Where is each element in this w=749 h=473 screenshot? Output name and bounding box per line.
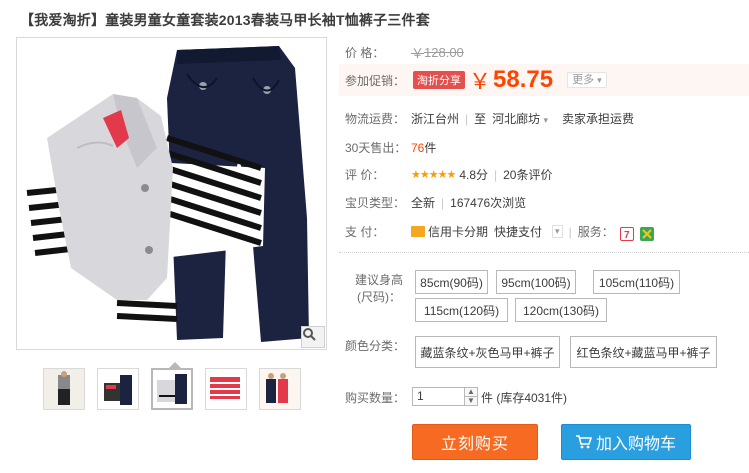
thumbnail-image: [98, 369, 138, 409]
sold-row: 30天售出： 76 件: [345, 139, 436, 156]
product-illustration: [26, 46, 309, 342]
thumbnail-3[interactable]: [151, 368, 193, 410]
shipping-destination-select[interactable]: 河北廊坊 ▾: [492, 110, 548, 127]
thumbnail-2[interactable]: [97, 368, 139, 410]
quantity-input[interactable]: 1: [413, 388, 465, 405]
size-label: 建议身高 (尺码)：: [355, 273, 404, 304]
promo-price: 58.75: [493, 66, 554, 93]
quickpay-option[interactable]: 快捷支付: [494, 223, 542, 240]
stock-info: 件 (库存4031件): [481, 391, 568, 405]
item-type-row: 宝贝类型： 全新 | 167476次浏览: [345, 195, 527, 211]
add-to-cart-button[interactable]: 加入购物车: [561, 424, 691, 460]
item-type-label: 宝贝类型：: [345, 196, 406, 210]
rating-stars: ★★★★★: [411, 169, 456, 181]
svg-text:7: 7: [624, 230, 630, 240]
quantity-label: 购买数量：: [345, 391, 406, 405]
thumbnail-image: [44, 369, 84, 409]
sold-label: 30天售出：: [345, 141, 407, 155]
size-option-115cm[interactable]: 115cm(120码): [415, 298, 508, 322]
payment-more-dropdown[interactable]: ▾: [552, 225, 563, 238]
thumbnail-strip: [43, 368, 303, 412]
main-product-image[interactable]: [16, 37, 327, 350]
buy-now-button[interactable]: 立刻购买: [412, 424, 538, 460]
size-option-85cm[interactable]: 85cm(90码): [415, 270, 488, 294]
shipping-label: 物流运费：: [345, 112, 406, 126]
promo-row: 参加促销： 淘折分享 ￥ 58.75 更多 ▾: [345, 66, 607, 94]
size-option-120cm[interactable]: 120cm(130码): [515, 298, 607, 322]
shipping-row: 物流运费： 浙江台州 | 至 河北廊坊 ▾ 卖家承担运费: [345, 110, 635, 127]
more-promos-button[interactable]: 更多 ▾: [567, 72, 607, 88]
section-divider: [339, 252, 749, 253]
color-option-red-stripe[interactable]: 红色条纹+藏蓝马甲+裤子: [570, 336, 717, 368]
shipping-note: 卖家承担运费: [562, 112, 635, 126]
sold-unit: 件: [424, 141, 437, 155]
consumer-protection-icon[interactable]: [639, 226, 654, 241]
sold-count: 76: [411, 140, 425, 155]
thumbnail-4[interactable]: [205, 368, 247, 410]
rating-label: 评 价：: [345, 168, 385, 182]
chevron-down-icon: ▾: [597, 75, 602, 85]
seven-day-return-icon[interactable]: 7: [619, 226, 634, 241]
more-promos-label: 更多: [572, 74, 595, 86]
rating-row: 评 价： ★★★★★ 4.8分 | 20条评价: [345, 166, 553, 183]
zoom-button[interactable]: [301, 326, 325, 348]
service-label: 服务：: [577, 225, 614, 239]
promo-currency: ￥: [469, 69, 492, 94]
shopping-cart-icon: [575, 435, 592, 449]
quantity-increase-button[interactable]: ▲: [465, 388, 477, 396]
thumbnail-5[interactable]: [259, 368, 301, 410]
quantity-stepper[interactable]: 1 ▲ ▼: [412, 387, 478, 406]
payment-label: 支 付：: [345, 225, 385, 239]
rating-score: 4.8分: [459, 168, 488, 182]
price-row: 价 格： ￥ 128.00: [345, 43, 464, 62]
promo-badge: 淘折分享: [413, 71, 466, 89]
payment-row: 支 付： 信用卡分期 快捷支付 ▾ | 服务： 7: [345, 223, 654, 241]
promo-label: 参加促销：: [345, 73, 406, 88]
installment-option[interactable]: 信用卡分期: [411, 223, 488, 240]
thumbnail-image: [153, 370, 191, 408]
original-price-currency: ￥: [411, 46, 425, 61]
reviews-link[interactable]: 20条评价: [503, 166, 552, 183]
product-info-panel: 价 格： ￥ 128.00 参加促销： 淘折分享 ￥ 58.75 更多 ▾ 物流…: [339, 0, 749, 473]
shipping-to-label: 至: [474, 112, 487, 126]
add-to-cart-label: 加入购物车: [595, 436, 676, 453]
magnifier-icon: [303, 328, 316, 341]
size-option-95cm[interactable]: 95cm(100码): [496, 270, 576, 294]
thumbnail-1[interactable]: [43, 368, 85, 410]
size-option-105cm[interactable]: 105cm(110码): [593, 270, 680, 294]
installment-label: 信用卡分期: [428, 225, 489, 239]
credit-card-icon: [411, 226, 425, 237]
view-count: 167476次浏览: [450, 196, 527, 210]
color-label: 颜色分类：: [345, 339, 406, 353]
chevron-down-icon: ▾: [543, 115, 549, 125]
quickpay-label: 快捷支付: [494, 225, 543, 239]
shipping-destination: 河北廊坊: [492, 112, 541, 126]
thumbnail-image: [206, 369, 246, 409]
quantity-decrease-button[interactable]: ▼: [465, 396, 477, 405]
thumbnail-image: [260, 369, 300, 409]
color-option-navy-stripe[interactable]: 藏蓝条纹+灰色马甲+裤子: [415, 336, 560, 368]
buy-now-label: 立刻购买: [440, 436, 509, 453]
shipping-from: 浙江台州: [411, 112, 460, 126]
price-label: 价 格：: [345, 46, 385, 60]
item-condition: 全新: [411, 196, 436, 210]
original-price: 128.00: [424, 45, 464, 60]
